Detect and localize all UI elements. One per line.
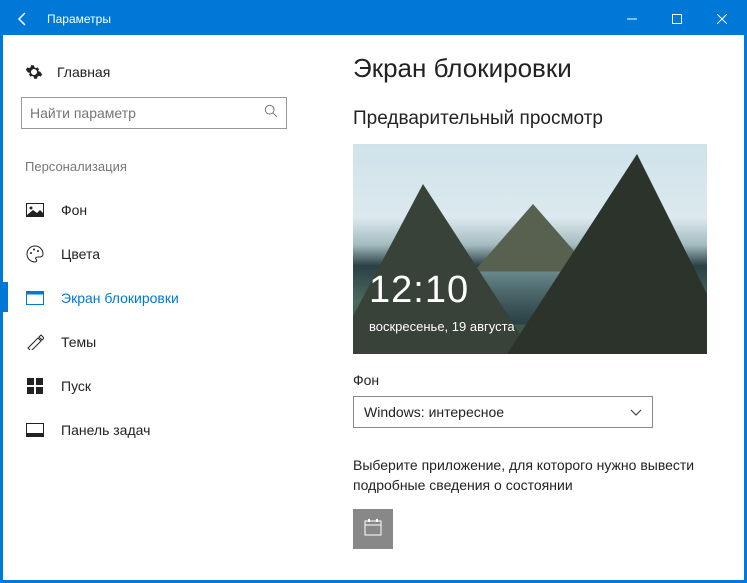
sidebar-item-label: Фон xyxy=(61,202,87,218)
preview-heading: Предварительный просмотр xyxy=(353,108,716,130)
background-dropdown[interactable]: Windows: интересное xyxy=(353,396,653,428)
search-icon xyxy=(264,104,278,123)
sidebar-item-start[interactable]: Пуск xyxy=(21,364,305,408)
sidebar-item-label: Цвета xyxy=(61,246,100,262)
chevron-down-icon xyxy=(630,404,642,420)
section-title: Персонализация xyxy=(21,159,305,174)
dropdown-value: Windows: интересное xyxy=(364,404,630,420)
page-title: Экран блокировки xyxy=(353,53,716,84)
sidebar: Главная Персонализация Фон Цвета Экран б… xyxy=(3,35,305,580)
gear-icon xyxy=(25,63,43,81)
sidebar-item-label: Панель задач xyxy=(61,422,150,438)
palette-icon xyxy=(25,245,45,263)
themes-icon xyxy=(25,334,45,350)
maximize-button[interactable] xyxy=(654,3,699,35)
search-input[interactable] xyxy=(30,105,264,121)
lockscreen-icon xyxy=(25,291,45,305)
preview-date: воскресенье, 19 августа xyxy=(369,319,515,334)
taskbar-icon xyxy=(25,423,45,437)
back-button[interactable] xyxy=(3,3,43,35)
main-panel: Экран блокировки Предварительный просмот… xyxy=(305,35,744,580)
home-label: Главная xyxy=(57,64,110,80)
sidebar-item-label: Пуск xyxy=(61,378,91,394)
sidebar-item-label: Экран блокировки xyxy=(61,290,179,306)
home-link[interactable]: Главная xyxy=(21,53,305,97)
search-input-container[interactable] xyxy=(21,97,287,129)
titlebar: Параметры xyxy=(3,3,744,35)
sidebar-item-themes[interactable]: Темы xyxy=(21,320,305,364)
sidebar-item-label: Темы xyxy=(61,334,96,350)
picture-icon xyxy=(25,203,45,217)
sidebar-item-background[interactable]: Фон xyxy=(21,188,305,232)
calendar-icon xyxy=(363,517,383,542)
lockscreen-preview: 12:10 воскресенье, 19 августа xyxy=(353,144,707,354)
background-label: Фон xyxy=(353,372,716,388)
preview-time: 12:10 xyxy=(369,269,469,312)
sidebar-item-lockscreen[interactable]: Экран блокировки xyxy=(21,276,305,320)
window-title: Параметры xyxy=(43,12,609,26)
start-icon xyxy=(25,378,45,394)
detailed-status-app-tile[interactable] xyxy=(353,509,393,549)
app-status-description: Выберите приложение, для которого нужно … xyxy=(353,456,716,495)
sidebar-item-colors[interactable]: Цвета xyxy=(21,232,305,276)
minimize-button[interactable] xyxy=(609,3,654,35)
sidebar-item-taskbar[interactable]: Панель задач xyxy=(21,408,305,452)
close-button[interactable] xyxy=(699,3,744,35)
